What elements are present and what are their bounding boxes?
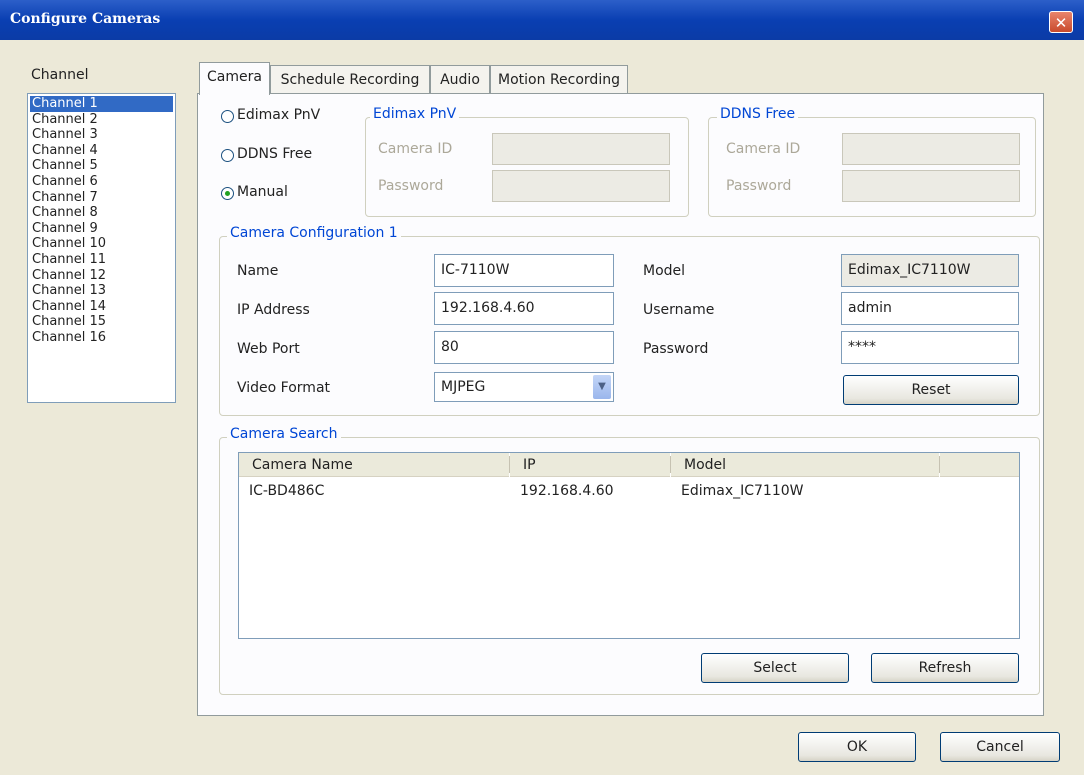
edimax-pnv-group-title: Edimax PnV	[370, 106, 460, 122]
username-field[interactable]: admin	[841, 292, 1019, 325]
row-model: Edimax_IC7110W	[681, 483, 804, 499]
channel-item[interactable]: Channel 13	[28, 283, 175, 299]
window-title: Configure Cameras	[10, 11, 161, 27]
radio-edimax-pnv-label: Edimax PnV	[237, 107, 321, 123]
column-header-ip[interactable]: IP	[510, 453, 670, 477]
radio-edimax-pnv[interactable]	[221, 110, 234, 123]
ddns-free-group-title: DDNS Free	[717, 106, 799, 122]
channel-item[interactable]: Channel 4	[28, 143, 175, 159]
channel-item[interactable]: Channel 3	[28, 127, 175, 143]
channel-item[interactable]: Channel 2	[28, 112, 175, 128]
tab-schedule-recording[interactable]: Schedule Recording	[270, 65, 430, 93]
ip-address-field[interactable]: 192.168.4.60	[434, 292, 614, 325]
channel-list[interactable]: Channel 1 Channel 2 Channel 3 Channel 4 …	[27, 93, 176, 403]
channel-label: Channel	[31, 67, 89, 83]
channel-item[interactable]: Channel 11	[28, 252, 175, 268]
edimax-pnv-group	[365, 117, 689, 217]
web-port-label: Web Port	[237, 341, 300, 357]
column-header-model[interactable]: Model	[671, 453, 939, 477]
edimax-password-field[interactable]	[492, 170, 670, 202]
camera-search-title: Camera Search	[227, 426, 341, 442]
row-camera-name: IC-BD486C	[249, 483, 325, 499]
web-port-field[interactable]: 80	[434, 331, 614, 364]
configure-cameras-dialog: Configure Cameras ✕ Channel Channel 1 Ch…	[0, 0, 1084, 775]
channel-item[interactable]: Channel 5	[28, 158, 175, 174]
ddns-password-field[interactable]	[842, 170, 1020, 202]
radio-selected-dot	[225, 191, 230, 196]
row-ip: 192.168.4.60	[520, 483, 614, 499]
camera-search-list[interactable]: Camera Name IP Model IC-BD486C 192.168.4…	[238, 452, 1020, 639]
channel-item[interactable]: Channel 14	[28, 299, 175, 315]
ddns-camera-id-field[interactable]	[842, 133, 1020, 165]
video-format-value: MJPEG	[441, 379, 486, 395]
username-label: Username	[643, 302, 715, 318]
edimax-camera-id-label: Camera ID	[378, 141, 453, 157]
column-header-empty	[940, 453, 1019, 477]
radio-ddns-free-label: DDNS Free	[237, 146, 313, 162]
channel-item[interactable]: Channel 1	[30, 96, 173, 112]
ddns-free-group	[708, 117, 1036, 217]
model-label: Model	[643, 263, 686, 279]
tab-motion-recording[interactable]: Motion Recording	[490, 65, 628, 93]
radio-manual[interactable]	[221, 187, 234, 200]
channel-item[interactable]: Channel 16	[28, 330, 175, 346]
name-label: Name	[237, 263, 279, 279]
tab-audio[interactable]: Audio	[430, 65, 490, 93]
edimax-password-label: Password	[378, 178, 444, 194]
radio-ddns-free[interactable]	[221, 149, 234, 162]
password-label: Password	[643, 341, 709, 357]
name-field[interactable]: IC-7110W	[434, 254, 614, 287]
radio-manual-label: Manual	[237, 184, 288, 200]
edimax-camera-id-field[interactable]	[492, 133, 670, 165]
channel-item[interactable]: Channel 6	[28, 174, 175, 190]
channel-item[interactable]: Channel 7	[28, 190, 175, 206]
select-button[interactable]: Select	[701, 653, 849, 683]
model-field: Edimax_IC7110W	[841, 254, 1019, 287]
chevron-down-icon[interactable]: ▼	[593, 375, 611, 399]
column-header-camera-name[interactable]: Camera Name	[239, 453, 509, 477]
ok-button[interactable]: OK	[798, 732, 916, 762]
channel-item[interactable]: Channel 15	[28, 314, 175, 330]
tab-camera[interactable]: Camera	[199, 62, 270, 95]
camera-configuration-title: Camera Configuration 1	[227, 225, 401, 241]
password-field[interactable]: ****	[841, 331, 1019, 364]
cancel-button[interactable]: Cancel	[940, 732, 1060, 762]
ip-address-label: IP Address	[237, 302, 310, 318]
video-format-select[interactable]: MJPEG ▼	[434, 372, 614, 402]
channel-item[interactable]: Channel 8	[28, 205, 175, 221]
video-format-label: Video Format	[237, 380, 331, 396]
reset-button[interactable]: Reset	[843, 375, 1019, 405]
title-bar[interactable]: Configure Cameras ✕	[0, 0, 1084, 40]
channel-item[interactable]: Channel 10	[28, 236, 175, 252]
close-icon[interactable]: ✕	[1049, 11, 1073, 33]
ddns-password-label: Password	[726, 178, 792, 194]
ddns-camera-id-label: Camera ID	[726, 141, 801, 157]
refresh-button[interactable]: Refresh	[871, 653, 1019, 683]
channel-item[interactable]: Channel 12	[28, 268, 175, 284]
channel-item[interactable]: Channel 9	[28, 221, 175, 237]
